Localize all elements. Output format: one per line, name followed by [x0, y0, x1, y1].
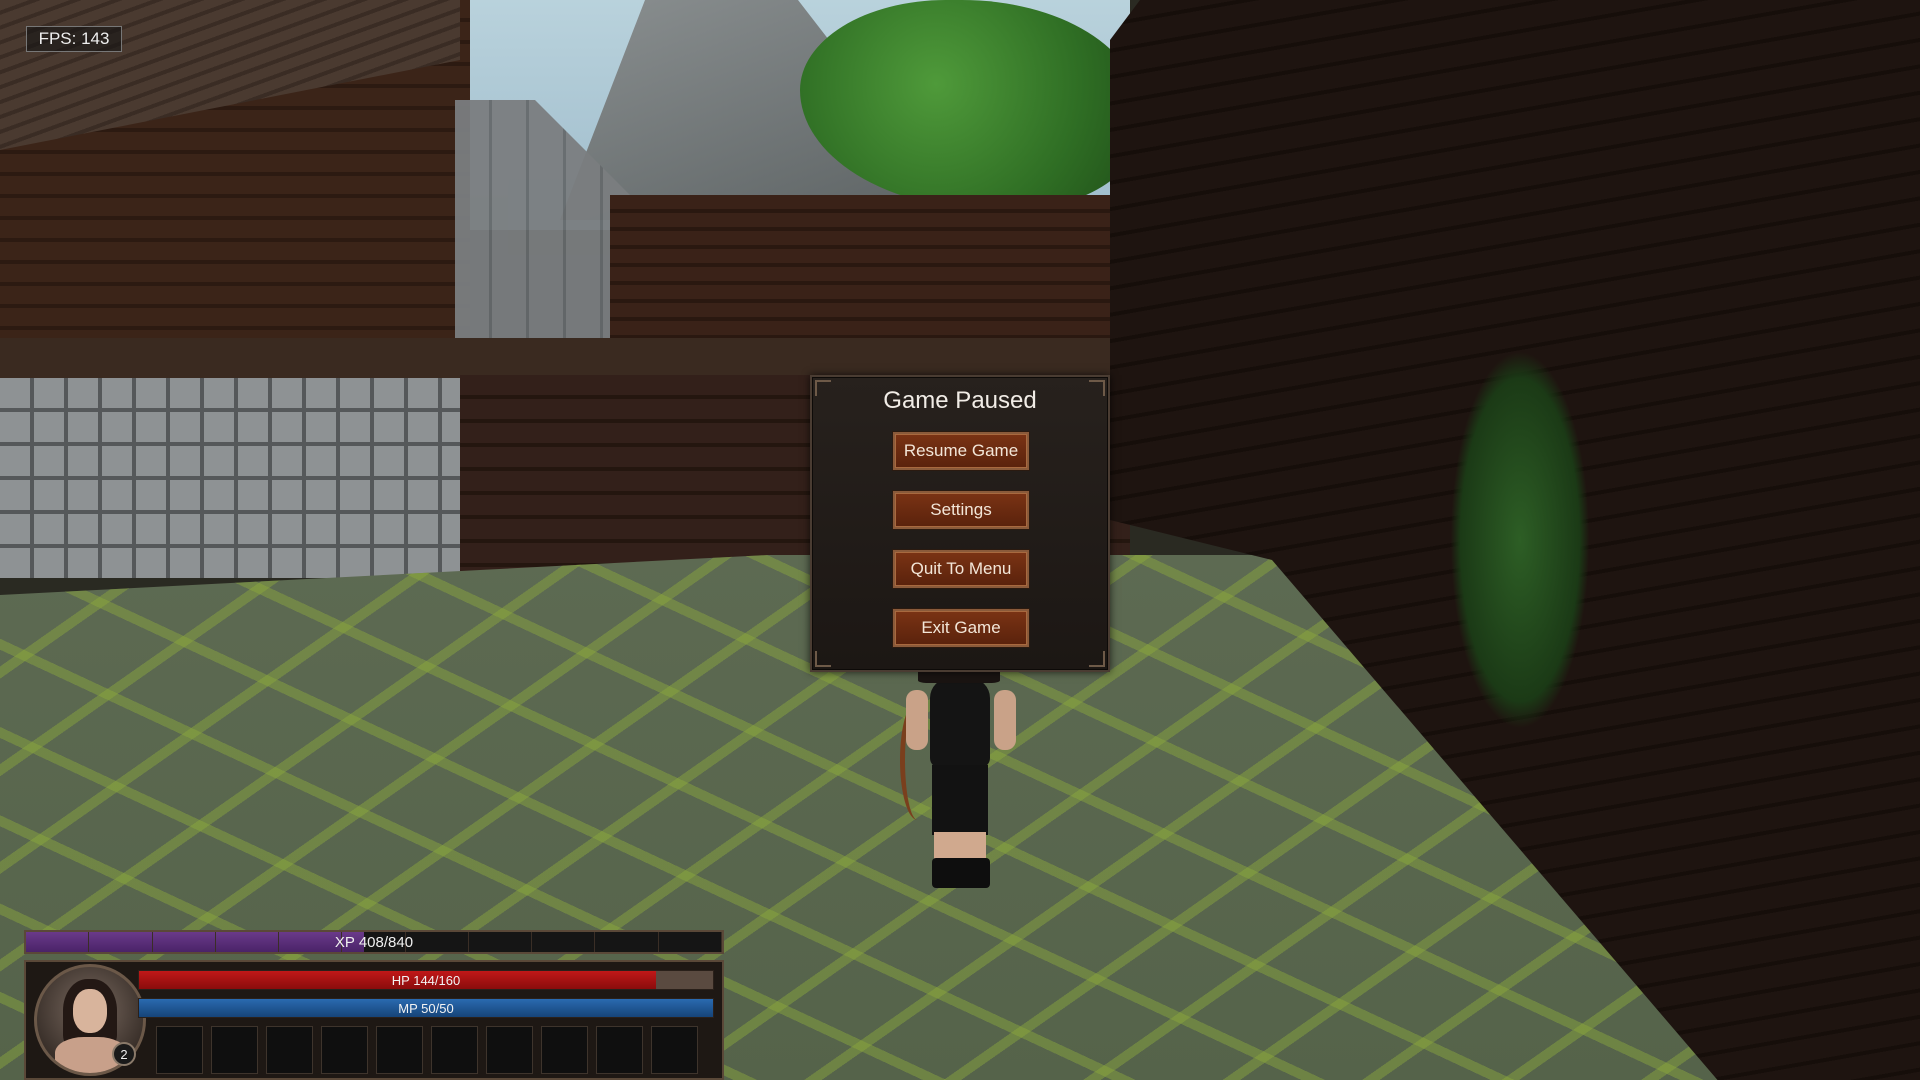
skill-slot[interactable]	[376, 1026, 423, 1074]
stone-wall	[0, 378, 460, 578]
portrait-face	[73, 989, 107, 1033]
xp-bar: XP 408/840	[24, 930, 724, 954]
hp-label: HP 144/160	[391, 972, 461, 988]
fps-counter: FPS: 143	[26, 26, 122, 52]
player-hud: XP 408/840 2 HP 144/160 MP 50/50	[24, 930, 724, 1080]
character-legs	[932, 765, 988, 835]
frame-corner	[1089, 651, 1105, 667]
stat-frame: 2 HP 144/160 MP 50/50	[24, 960, 724, 1080]
skill-slot[interactable]	[156, 1026, 203, 1074]
settings-button[interactable]: Settings	[892, 490, 1030, 530]
skill-slot[interactable]	[541, 1026, 588, 1074]
skill-slot[interactable]	[596, 1026, 643, 1074]
level-badge: 2	[112, 1042, 136, 1066]
skill-slot[interactable]	[321, 1026, 368, 1074]
mp-label: MP 50/50	[398, 1000, 454, 1016]
skill-slot[interactable]	[266, 1026, 313, 1074]
frame-corner	[815, 651, 831, 667]
skill-slot[interactable]	[431, 1026, 478, 1074]
xp-label: XP 408/840	[334, 933, 414, 951]
character-calves	[934, 832, 986, 860]
resume-game-button[interactable]: Resume Game	[892, 431, 1030, 471]
character-arm-right	[994, 690, 1016, 750]
quit-to-menu-button[interactable]: Quit To Menu	[892, 549, 1030, 589]
skill-slot[interactable]	[651, 1026, 698, 1074]
hp-bar: HP 144/160	[138, 970, 714, 990]
skill-bar	[156, 1026, 722, 1076]
exit-game-button[interactable]: Exit Game	[892, 608, 1030, 648]
pause-title: Game Paused	[883, 387, 1037, 414]
character-body	[930, 678, 990, 768]
character-boots	[932, 858, 990, 888]
character-arm-left	[906, 690, 928, 750]
vines	[1450, 350, 1590, 730]
pause-dialog: Game Paused Resume Game Settings Quit To…	[810, 375, 1110, 672]
wooden-beam	[0, 338, 1130, 378]
mp-bar: MP 50/50	[138, 998, 714, 1018]
skill-slot[interactable]	[211, 1026, 258, 1074]
wooden-fence	[610, 195, 1130, 345]
skill-slot[interactable]	[486, 1026, 533, 1074]
